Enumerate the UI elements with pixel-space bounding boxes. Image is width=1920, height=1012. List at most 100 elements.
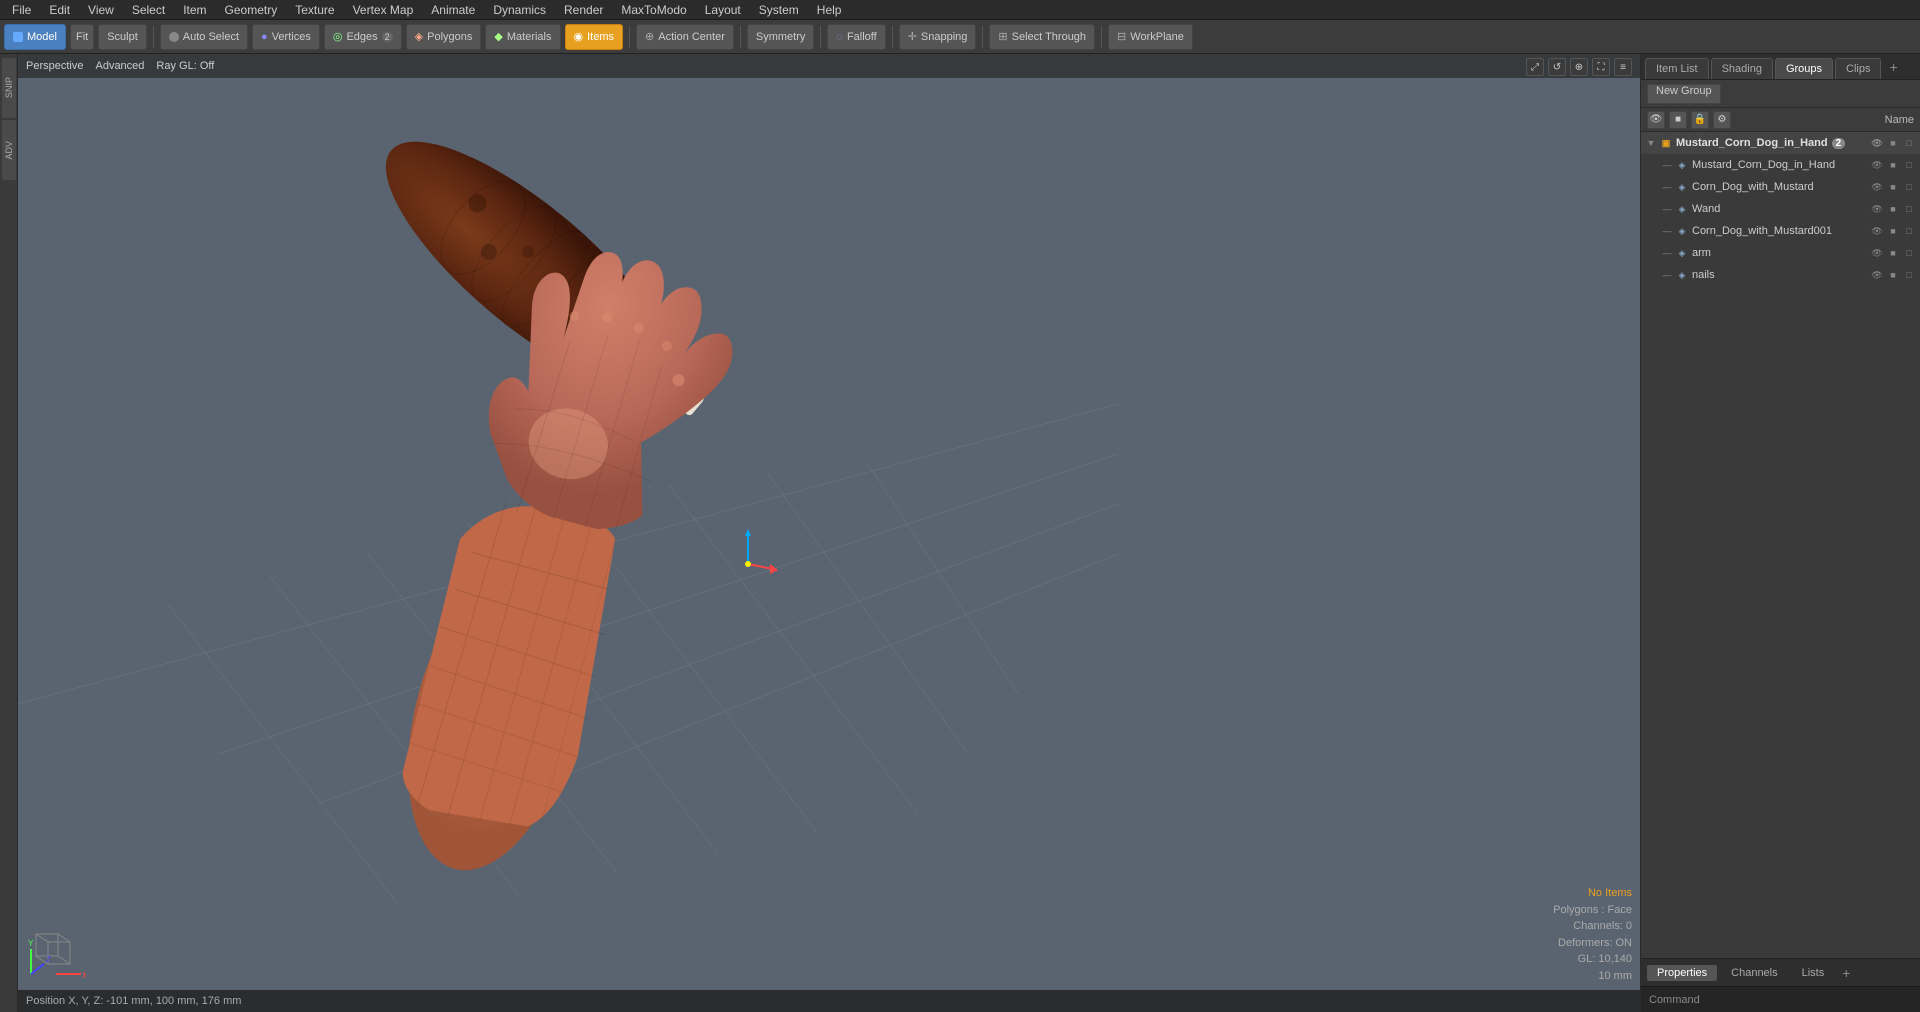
root-toggle-icon: ▼ (1645, 137, 1657, 149)
item5-vis-render[interactable]: ■ (1886, 246, 1900, 260)
item4-vis-eye[interactable]: 👁 (1870, 224, 1884, 238)
menu-file[interactable]: File (4, 1, 39, 19)
polygons-button[interactable]: ◈ Polygons (406, 24, 482, 50)
item6-vis-eye[interactable]: 👁 (1870, 268, 1884, 282)
item5-vis-lock[interactable]: □ (1902, 246, 1916, 260)
tree-item-mustard-corn-dog[interactable]: — ◈ Mustard_Corn_Dog_in_Hand 👁 ■ □ (1641, 154, 1920, 176)
edges-button[interactable]: ◎ Edges 2 (324, 24, 402, 50)
tab-item-list[interactable]: Item List (1645, 58, 1709, 79)
snapping-button[interactable]: ✛ Snapping (899, 24, 977, 50)
menu-animate[interactable]: Animate (423, 1, 483, 19)
lists-tab[interactable]: Lists (1792, 965, 1835, 981)
menu-render[interactable]: Render (556, 1, 611, 19)
menu-item[interactable]: Item (175, 1, 214, 19)
menu-maxtomodo[interactable]: MaxToModo (613, 1, 694, 19)
tree-item-corn-dog-mustard[interactable]: — ◈ Corn_Dog_with_Mustard 👁 ■ □ (1641, 176, 1920, 198)
command-input[interactable] (1708, 994, 1912, 1006)
action-center-button[interactable]: ⊕ Action Center (636, 24, 734, 50)
item2-vis-render[interactable]: ■ (1886, 180, 1900, 194)
root-vis-lock[interactable]: □ (1902, 136, 1916, 150)
item1-vis-eye[interactable]: 👁 (1870, 158, 1884, 172)
menu-geometry[interactable]: Geometry (217, 1, 286, 19)
item3-vis-render[interactable]: ■ (1886, 202, 1900, 216)
item5-mesh-icon: ◈ (1675, 246, 1689, 260)
visibility-eye-icon[interactable]: 👁 (1647, 111, 1665, 129)
toolbar: Model Fit Sculpt Auto Select ● Vertices … (0, 20, 1920, 54)
tab-groups[interactable]: Groups (1775, 58, 1833, 79)
item1-vis-lock[interactable]: □ (1902, 158, 1916, 172)
menu-layout[interactable]: Layout (697, 1, 749, 19)
lock-icon[interactable]: 🔒 (1691, 111, 1709, 129)
item3-toggle: — (1661, 203, 1673, 215)
tree-item-wand[interactable]: — ◈ Wand 👁 ■ □ (1641, 198, 1920, 220)
menu-edit[interactable]: Edit (41, 1, 78, 19)
viewport[interactable]: Perspective Advanced Ray GL: Off ⤢ ↺ ⊕ ⛶… (18, 54, 1640, 1012)
vp-expand-button[interactable]: ⛶ (1592, 58, 1610, 76)
symmetry-button[interactable]: Symmetry (747, 24, 815, 50)
vp-menu-button[interactable]: ≡ (1614, 58, 1632, 76)
menu-system[interactable]: System (751, 1, 807, 19)
item3-vis-eye[interactable]: 👁 (1870, 202, 1884, 216)
viewport-info-panel: No Items Polygons : Face Channels: 0 Def… (1553, 885, 1632, 984)
mode-sculpt-button[interactable]: Sculpt (98, 24, 147, 50)
item4-vis-lock[interactable]: □ (1902, 224, 1916, 238)
menu-vertex-map[interactable]: Vertex Map (345, 1, 422, 19)
item2-vis-eye[interactable]: 👁 (1870, 180, 1884, 194)
tab-add-button[interactable]: + (1883, 55, 1903, 79)
select-through-button[interactable]: ⊞ Select Through (989, 24, 1095, 50)
item6-vis-render[interactable]: ■ (1886, 268, 1900, 282)
sidebar-tab-1[interactable]: SNIP (2, 58, 16, 118)
properties-tab[interactable]: Properties (1647, 965, 1717, 981)
item2-vis-lock[interactable]: □ (1902, 180, 1916, 194)
item1-vis-render[interactable]: ■ (1886, 158, 1900, 172)
item6-vis-lock[interactable]: □ (1902, 268, 1916, 282)
menu-dynamics[interactable]: Dynamics (485, 1, 554, 19)
vp-refresh-button[interactable]: ↺ (1548, 58, 1566, 76)
tree-item-corn-dog-mustard001[interactable]: — ◈ Corn_Dog_with_Mustard001 👁 ■ □ (1641, 220, 1920, 242)
tab-shading[interactable]: Shading (1711, 58, 1773, 79)
vp-zoom-button[interactable]: ⊕ (1570, 58, 1588, 76)
menu-texture[interactable]: Texture (287, 1, 342, 19)
falloff-button[interactable]: ◌ Falloff (827, 24, 885, 50)
vertices-button[interactable]: ● Vertices (252, 24, 320, 50)
menubar: File Edit View Select Item Geometry Text… (0, 0, 1920, 20)
polygons-icon: ◈ (415, 30, 423, 43)
channels-info: Channels: 0 (1553, 918, 1632, 935)
symmetry-label: Symmetry (756, 31, 806, 43)
menu-help[interactable]: Help (809, 1, 850, 19)
auto-select-button[interactable]: Auto Select (160, 24, 248, 50)
tab-clips[interactable]: Clips (1835, 58, 1881, 79)
render-icon[interactable]: ■ (1669, 111, 1687, 129)
mode-model-button[interactable]: Model (4, 24, 66, 50)
items-button[interactable]: ◉ Items (565, 24, 624, 50)
tab-add-bottom[interactable]: + (1842, 965, 1850, 981)
sidebar-tab-2[interactable]: ADV (2, 120, 16, 180)
main-content: SNIP ADV Perspective Advanced Ray GL: Of… (0, 54, 1920, 1012)
root-vis-eye[interactable]: 👁 (1870, 136, 1884, 150)
viewport-advanced-label[interactable]: Advanced (95, 60, 144, 72)
snapping-icon: ✛ (908, 30, 917, 43)
viewport-controls: ⤢ ↺ ⊕ ⛶ ≡ (1526, 58, 1632, 76)
workplane-button[interactable]: ⊟ WorkPlane (1108, 24, 1193, 50)
edges-icon: ◎ (333, 30, 343, 43)
tree-root-group[interactable]: ▼ ▣ Mustard_Corn_Dog_in_Hand 2 👁 ■ □ (1641, 132, 1920, 154)
new-group-button[interactable]: New Group (1647, 84, 1721, 104)
channels-tab[interactable]: Channels (1721, 965, 1787, 981)
item5-vis-eye[interactable]: 👁 (1870, 246, 1884, 260)
mode-fit-button[interactable]: Fit (70, 24, 94, 50)
item4-vis-render[interactable]: ■ (1886, 224, 1900, 238)
menu-select[interactable]: Select (124, 1, 173, 19)
viewport-raygl-label[interactable]: Ray GL: Off (156, 60, 214, 72)
settings-icon[interactable]: ⚙ (1713, 111, 1731, 129)
scene-tree[interactable]: ▼ ▣ Mustard_Corn_Dog_in_Hand 2 👁 ■ □ — ◈… (1641, 132, 1920, 958)
tree-item-nails[interactable]: — ◈ nails 👁 ■ □ (1641, 264, 1920, 286)
vp-fit-button[interactable]: ⤢ (1526, 58, 1544, 76)
sidebar-tab-label-2: ADV (4, 141, 14, 160)
materials-button[interactable]: ◆ Materials (485, 24, 560, 50)
menu-view[interactable]: View (80, 1, 122, 19)
viewport-perspective-label[interactable]: Perspective (26, 60, 83, 72)
item3-vis-lock[interactable]: □ (1902, 202, 1916, 216)
tree-item-arm[interactable]: — ◈ arm 👁 ■ □ (1641, 242, 1920, 264)
no-items-text: No Items (1553, 885, 1632, 902)
root-vis-render[interactable]: ■ (1886, 136, 1900, 150)
